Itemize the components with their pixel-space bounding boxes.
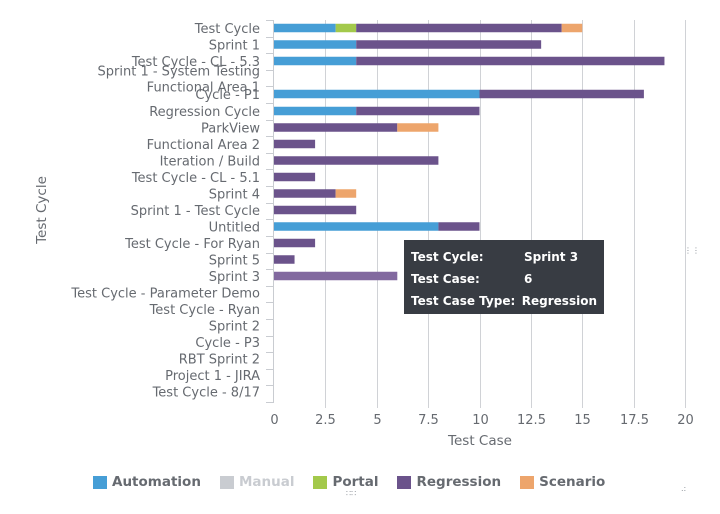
bar-scenario[interactable] xyxy=(397,123,439,132)
y-tick-label: Project 1 - JIRA xyxy=(165,369,260,384)
y-tick-label: Sprint 1 - System Testing xyxy=(98,65,260,80)
legend-swatch xyxy=(219,475,234,489)
bar-regression[interactable] xyxy=(479,89,644,99)
x-tick-label: 17.5 xyxy=(620,413,649,428)
resize-handle-vertical-icon[interactable]: ⋮⋮ xyxy=(684,247,700,255)
y-tick-label: RBT Sprint 2 xyxy=(179,353,260,368)
y-axis-title: Test Cycle xyxy=(34,176,50,245)
bar-regression[interactable] xyxy=(274,156,439,165)
x-tick-label: 0 xyxy=(270,413,278,428)
y-tick-label: ParkView xyxy=(201,122,260,137)
bar-regression[interactable] xyxy=(438,222,480,231)
resize-handle-horizontal-icon[interactable]: ∷∷ xyxy=(346,490,356,498)
x-tick-label: 2.5 xyxy=(315,413,336,428)
tooltip-key: Test Case: xyxy=(411,272,480,286)
tooltip-row-test-case-type: Test Case Type: Regression xyxy=(411,290,597,312)
legend-item-manual[interactable]: Manual xyxy=(219,474,295,490)
tooltip-value: 6 xyxy=(524,272,533,286)
legend-swatch xyxy=(397,475,412,489)
bar-regression[interactable] xyxy=(274,238,316,248)
legend-item-automation[interactable]: Automation xyxy=(93,474,201,490)
tooltip: Test Cycle: Sprint 3 Test Case: 6 Test C… xyxy=(404,240,604,314)
tooltip-key: Test Case Type: xyxy=(411,294,516,308)
bar-regression[interactable] xyxy=(356,23,562,33)
bar-scenario[interactable] xyxy=(335,189,357,198)
y-tick-label: Sprint 4 xyxy=(209,188,260,203)
y-tick-label: Test Cycle - CL - 5.1 xyxy=(131,171,260,186)
legend-label: Automation xyxy=(112,474,201,490)
tooltip-value: Regression xyxy=(521,294,597,308)
legend-swatch xyxy=(93,475,107,489)
y-tick-label: Regression Cycle xyxy=(149,105,260,120)
legend-label: Manual xyxy=(238,474,295,490)
tooltip-row-test-case: Test Case: 6 xyxy=(411,268,597,290)
legend-item-regression[interactable]: Regression xyxy=(397,474,501,490)
y-tick-label: Iteration / Build xyxy=(160,155,260,170)
bar-automation[interactable] xyxy=(274,23,336,33)
x-tick-label: 7.5 xyxy=(418,413,439,428)
y-tick-label: Untitled xyxy=(209,221,260,236)
legend: Automation Manual Portal Regression Scen… xyxy=(93,474,624,490)
tooltip-row-test-cycle: Test Cycle: Sprint 3 xyxy=(411,246,597,268)
bar-automation[interactable] xyxy=(274,106,357,116)
legend-item-portal[interactable]: Portal xyxy=(313,474,378,490)
legend-label: Portal xyxy=(332,474,379,490)
bar-regression[interactable] xyxy=(356,106,480,116)
x-tick-label: 12.5 xyxy=(517,413,546,428)
bar-regression[interactable] xyxy=(274,271,398,281)
bar-regression[interactable] xyxy=(274,189,336,198)
x-axis: 0 2.5 5 7.5 10 12.5 15 17.5 20 xyxy=(270,413,693,428)
y-tick-label: Sprint 5 xyxy=(209,254,260,269)
bar-automation[interactable] xyxy=(274,40,357,49)
bar-regression[interactable] xyxy=(274,172,316,182)
bar-regression[interactable] xyxy=(274,205,357,215)
bar-automation[interactable] xyxy=(274,56,357,66)
bar-regression[interactable] xyxy=(274,123,398,132)
y-tick-label: Test Cycle xyxy=(194,22,260,37)
tooltip-value: Sprint 3 xyxy=(524,250,579,264)
x-tick-label: 20 xyxy=(677,413,694,428)
stacked-bar-chart: Test CycleSprint 1Test Cycle - CL - 5.3S… xyxy=(34,20,694,449)
bar-portal[interactable] xyxy=(335,23,357,33)
x-axis-title: Test Case xyxy=(447,433,512,449)
x-tick-label: 5 xyxy=(373,413,381,428)
legend-swatch xyxy=(520,475,535,489)
bar-regression[interactable] xyxy=(274,139,316,149)
y-tick-label: Test Cycle - For Ryan xyxy=(124,237,260,252)
gridlines xyxy=(325,20,686,408)
y-tick-label: Test Cycle - Ryan xyxy=(149,303,260,318)
tooltip-key: Test Cycle: xyxy=(411,250,484,264)
y-tick-label: Test Cycle - Parameter Demo xyxy=(70,287,260,302)
legend-item-scenario[interactable]: Scenario xyxy=(520,474,605,490)
legend-label: Scenario xyxy=(539,474,606,490)
legend-label: Regression xyxy=(416,474,502,490)
y-tick-label: Cycle - P1 xyxy=(195,88,260,103)
legend-swatch xyxy=(313,475,328,489)
x-tick-label: 10 xyxy=(472,413,489,428)
bar-scenario[interactable] xyxy=(561,23,583,33)
y-tick-label: Test Cycle - 8/17 xyxy=(152,386,260,401)
bar-regression[interactable] xyxy=(356,40,542,49)
x-tick-label: 15 xyxy=(574,413,591,428)
y-tick-label: Sprint 1 - Test Cycle xyxy=(131,204,260,219)
y-tick-label: Sprint 2 xyxy=(209,320,260,335)
resize-corner-icon[interactable]: .: xyxy=(681,485,686,493)
y-tick-label: Sprint 1 xyxy=(209,39,260,54)
y-tick-label: Functional Area 2 xyxy=(147,138,260,153)
bar-regression[interactable] xyxy=(274,255,295,264)
y-tick-label: Sprint 3 xyxy=(209,270,260,285)
y-axis: Test CycleSprint 1Test Cycle - CL - 5.3S… xyxy=(70,20,274,403)
y-tick-label: Cycle - P3 xyxy=(195,336,260,351)
bar-automation[interactable] xyxy=(274,222,439,231)
bar-automation[interactable] xyxy=(274,89,480,99)
bar-regression[interactable] xyxy=(356,56,665,66)
